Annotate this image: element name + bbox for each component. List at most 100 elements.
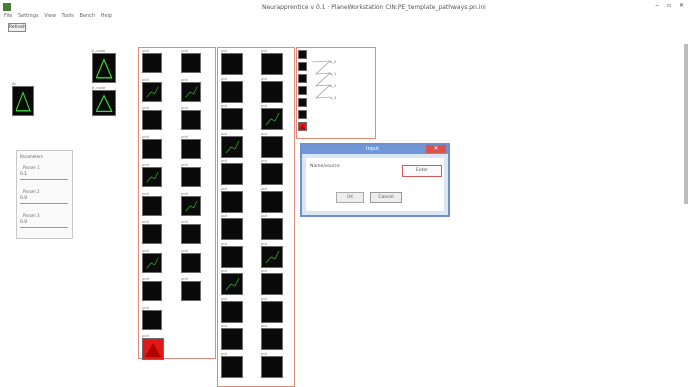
node-tile[interactable]	[142, 53, 162, 73]
input-dialog: Input ✕ Name/source Enter OK Cancel	[300, 143, 450, 217]
node-label: out	[221, 241, 227, 246]
node-label: unit	[181, 49, 188, 53]
node-label: unit	[181, 277, 188, 281]
node-tile[interactable]	[221, 108, 243, 130]
node-label: unit	[142, 191, 149, 196]
param-1-input[interactable]: 0.1	[20, 172, 68, 180]
node-label: out	[221, 269, 227, 273]
node-tile[interactable]	[181, 167, 201, 187]
dialog-title: Input	[366, 146, 379, 152]
ok-button[interactable]: OK	[336, 192, 364, 203]
menu-file[interactable]: File	[4, 13, 12, 19]
parameters-panel: Parameters Param 1 0.1 Param 2 0.0 Param…	[16, 150, 73, 239]
node-tile[interactable]	[221, 190, 243, 213]
tile-trace-icon	[299, 99, 306, 106]
node-tile[interactable]	[12, 86, 34, 116]
tile-trace-icon	[143, 282, 161, 300]
node-tile[interactable]	[181, 195, 201, 216]
node-tile[interactable]	[142, 281, 162, 301]
node-tile[interactable]	[261, 218, 283, 240]
node-tile[interactable]	[261, 190, 283, 213]
node-tile[interactable]	[142, 167, 162, 187]
node-tile[interactable]	[181, 281, 201, 301]
node-tile[interactable]	[221, 80, 243, 103]
node-tile[interactable]	[261, 355, 283, 378]
node-label: unit	[142, 220, 149, 224]
node-label: unit	[181, 106, 188, 110]
window-title: Neurapprentice v 0.1 · PlaneWorkstation …	[262, 4, 486, 11]
dialog-enter-button[interactable]: Enter	[402, 165, 442, 177]
connector-lines	[312, 60, 331, 99]
node-tile[interactable]	[221, 135, 243, 158]
tile-trace-icon	[299, 75, 306, 82]
node-tile[interactable]	[221, 218, 243, 240]
node-label: B_node	[92, 86, 106, 90]
node-tile[interactable]	[221, 328, 243, 350]
scrollbar[interactable]	[684, 44, 688, 204]
node-tile[interactable]	[142, 81, 162, 102]
node-tile[interactable]	[142, 110, 162, 130]
node-tile[interactable]	[142, 338, 164, 360]
node-tile[interactable]	[142, 138, 162, 159]
node-tile[interactable]	[181, 53, 201, 73]
cancel-button[interactable]: Cancel	[370, 192, 402, 203]
tile-trace-icon	[222, 164, 242, 184]
node-tile[interactable]	[92, 53, 116, 83]
node-tile[interactable]	[221, 53, 243, 75]
node-tile[interactable]	[298, 62, 307, 71]
node-tile[interactable]	[298, 86, 307, 95]
param-3-label: Param 3	[23, 213, 40, 218]
tile-trace-icon	[262, 357, 282, 377]
menu-bench[interactable]: Bench	[79, 13, 95, 19]
param-2-input[interactable]: 0.0	[20, 196, 68, 204]
node-tile[interactable]	[142, 224, 162, 244]
refresh-button[interactable]: Refresh	[8, 23, 26, 32]
node-tile[interactable]	[142, 252, 162, 273]
node-tile[interactable]	[221, 300, 243, 323]
node-tile[interactable]	[261, 245, 283, 268]
node-tile[interactable]	[181, 252, 201, 273]
param-3-input[interactable]: 0.0	[20, 220, 68, 228]
menu-tools[interactable]: Tools	[62, 13, 74, 19]
node-tile[interactable]	[261, 163, 283, 185]
node-tile[interactable]	[181, 81, 201, 102]
node-tile[interactable]	[298, 74, 307, 83]
node-tile[interactable]	[298, 50, 307, 59]
node-tile[interactable]	[221, 163, 243, 185]
tile-trace-icon	[222, 219, 242, 239]
node-label: out	[261, 104, 267, 108]
tile-trace-icon	[146, 85, 159, 98]
tile-trace-icon	[182, 225, 200, 243]
node-tile[interactable]	[221, 355, 243, 378]
node-tile[interactable]	[92, 90, 116, 116]
node-tile[interactable]	[298, 98, 307, 107]
node-label: unit	[142, 134, 149, 139]
node-tile[interactable]	[221, 245, 243, 268]
node-tile[interactable]	[181, 110, 201, 130]
node-label: unit	[142, 277, 149, 281]
node-tile[interactable]	[261, 328, 283, 350]
node-label: unit	[181, 163, 188, 167]
node-tile[interactable]	[181, 138, 201, 159]
node-tile[interactable]	[261, 108, 283, 130]
close-icon[interactable]: ✕	[426, 145, 446, 153]
tile-trace-icon	[182, 54, 200, 72]
node-tile[interactable]	[298, 122, 307, 131]
node-tile[interactable]	[181, 224, 201, 244]
node-tile[interactable]	[221, 273, 243, 295]
node-tile[interactable]	[298, 110, 307, 119]
tile-trace-icon	[95, 94, 113, 112]
node-tile[interactable]	[261, 300, 283, 323]
node-tile[interactable]	[261, 273, 283, 295]
tile-trace-icon	[222, 329, 242, 349]
node-tile[interactable]	[261, 80, 283, 103]
node-label: out	[261, 351, 267, 356]
menu-view[interactable]: View	[44, 13, 56, 19]
node-tile[interactable]	[142, 309, 162, 330]
node-tile[interactable]	[261, 135, 283, 158]
menu-help[interactable]: Help	[101, 13, 112, 19]
menu-settings[interactable]: Settings	[18, 13, 39, 19]
node-tile[interactable]	[142, 195, 162, 216]
node-tile[interactable]	[261, 53, 283, 75]
window-controls[interactable]: ‒ ▫ ✕	[655, 2, 687, 9]
